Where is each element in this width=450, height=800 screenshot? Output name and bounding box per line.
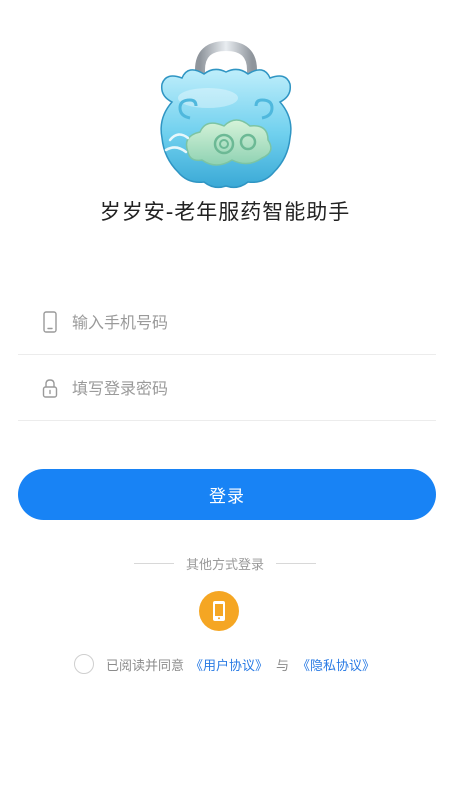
lock-icon	[42, 379, 58, 398]
phone-field[interactable]	[18, 288, 436, 355]
password-input[interactable]	[70, 372, 404, 404]
privacy-policy-link[interactable]: 《隐私协议》	[297, 655, 375, 674]
phone-input[interactable]	[70, 306, 404, 338]
other-login-label: 其他方式登录	[185, 557, 264, 573]
mobile-phone-icon	[213, 601, 225, 621]
phone-login-button[interactable]	[199, 591, 239, 631]
agreement-row: 已阅读并同意 《用户协议》 与 《隐私协议》	[74, 652, 375, 676]
password-field[interactable]	[18, 354, 436, 421]
agreement-and: 与	[276, 658, 290, 674]
divider-line-right	[276, 562, 316, 564]
login-button[interactable]: 登录	[18, 469, 436, 520]
user-agreement-link[interactable]: 《用户协议》	[190, 655, 268, 674]
agreement-prefix: 已阅读并同意	[106, 658, 185, 674]
other-login-divider: 其他方式登录	[0, 553, 450, 573]
mobile-phone-icon	[43, 311, 57, 333]
app-logo-lock-icon	[160, 40, 292, 189]
divider-line-left	[133, 562, 174, 564]
agree-checkbox[interactable]	[74, 654, 94, 674]
app-title: 岁岁安-老年服药智能助手	[99, 200, 351, 224]
